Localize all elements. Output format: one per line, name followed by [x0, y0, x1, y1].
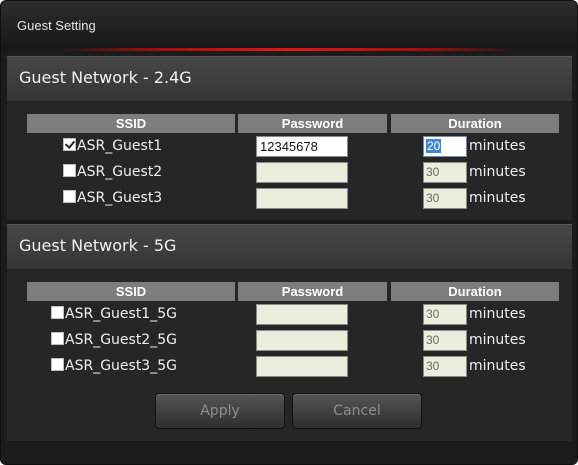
duration-input-5g-3[interactable]: 30: [423, 356, 467, 377]
enable-checkbox-5g-1[interactable]: [51, 306, 64, 319]
column-header-duration-5g: Duration: [391, 282, 559, 301]
title-accent-line: [61, 48, 517, 51]
ssid-row-24g-1: ASR_Guest1: [63, 136, 162, 156]
enable-checkbox-24g-1[interactable]: [63, 138, 76, 151]
ssid-row-5g-2: ASR_Guest2_5G: [51, 330, 177, 350]
dialog-title: Guest Setting: [17, 18, 96, 33]
ssid-row-24g-2: ASR_Guest2: [63, 162, 162, 182]
duration-unit-5g-2: minutes: [469, 332, 526, 348]
password-input-5g-2[interactable]: [256, 330, 348, 351]
duration-input-5g-1[interactable]: 30: [423, 304, 467, 325]
section-header-24g: Guest Network - 2.4G: [7, 57, 572, 101]
section-body-24g: SSID Password Duration ASR_Guest1 123456…: [7, 101, 572, 220]
duration-unit-24g-1: minutes: [469, 138, 526, 154]
duration-input-24g-2[interactable]: 30: [423, 162, 467, 183]
duration-input-24g-1[interactable]: 20: [423, 136, 467, 157]
section-header-5g: Guest Network - 5G: [7, 225, 572, 269]
ssid-label-24g-2: ASR_Guest2: [77, 164, 163, 180]
ssid-row-5g-3: ASR_Guest3_5G: [51, 356, 177, 376]
duration-unit-5g-3: minutes: [469, 358, 526, 374]
section-body-5g: SSID Password Duration ASR_Guest1_5G 30 …: [7, 269, 572, 387]
password-input-24g-3[interactable]: [256, 188, 348, 209]
duration-unit-24g-3: minutes: [469, 190, 526, 206]
password-input-24g-1[interactable]: 12345678: [256, 136, 348, 157]
guest-network-5g-section: Guest Network - 5G SSID Password Duratio…: [7, 224, 572, 387]
duration-unit-24g-2: minutes: [469, 164, 526, 180]
ssid-label-24g-3: ASR_Guest3: [77, 190, 163, 206]
duration-unit-5g-1: minutes: [469, 306, 526, 322]
password-input-5g-1[interactable]: [256, 304, 348, 325]
section-title-24g: Guest Network - 2.4G: [19, 68, 192, 87]
ssid-label-5g-1: ASR_Guest1_5G: [65, 306, 177, 322]
apply-button[interactable]: Apply: [155, 393, 285, 429]
column-header-ssid: SSID: [27, 114, 235, 133]
cancel-button[interactable]: Cancel: [292, 393, 422, 429]
guest-setting-dialog: Guest Setting Guest Network - 2.4G SSID …: [0, 0, 578, 465]
enable-checkbox-24g-2[interactable]: [63, 164, 76, 177]
password-input-24g-2[interactable]: [256, 162, 348, 183]
password-input-5g-3[interactable]: [256, 356, 348, 377]
column-header-password: Password: [238, 114, 387, 133]
ssid-label-24g-1: ASR_Guest1: [77, 138, 163, 154]
enable-checkbox-5g-3[interactable]: [51, 358, 64, 371]
dialog-title-bar: Guest Setting: [1, 1, 577, 49]
duration-input-5g-2[interactable]: 30: [423, 330, 467, 351]
section-title-5g: Guest Network - 5G: [19, 236, 177, 255]
enable-checkbox-24g-3[interactable]: [63, 190, 76, 203]
column-header-ssid-5g: SSID: [27, 282, 235, 301]
column-header-password-5g: Password: [238, 282, 387, 301]
ssid-row-5g-1: ASR_Guest1_5G: [51, 304, 177, 324]
guest-network-24g-section: Guest Network - 2.4G SSID Password Durat…: [7, 56, 572, 220]
dialog-footer: Apply Cancel: [7, 386, 572, 441]
duration-value-24g-1: 20: [426, 139, 442, 153]
ssid-label-5g-2: ASR_Guest2_5G: [65, 332, 177, 348]
ssid-label-5g-3: ASR_Guest3_5G: [65, 358, 177, 374]
ssid-row-24g-3: ASR_Guest3: [63, 188, 162, 208]
column-header-duration: Duration: [391, 114, 559, 133]
duration-input-24g-3[interactable]: 30: [423, 188, 467, 209]
enable-checkbox-5g-2[interactable]: [51, 332, 64, 345]
